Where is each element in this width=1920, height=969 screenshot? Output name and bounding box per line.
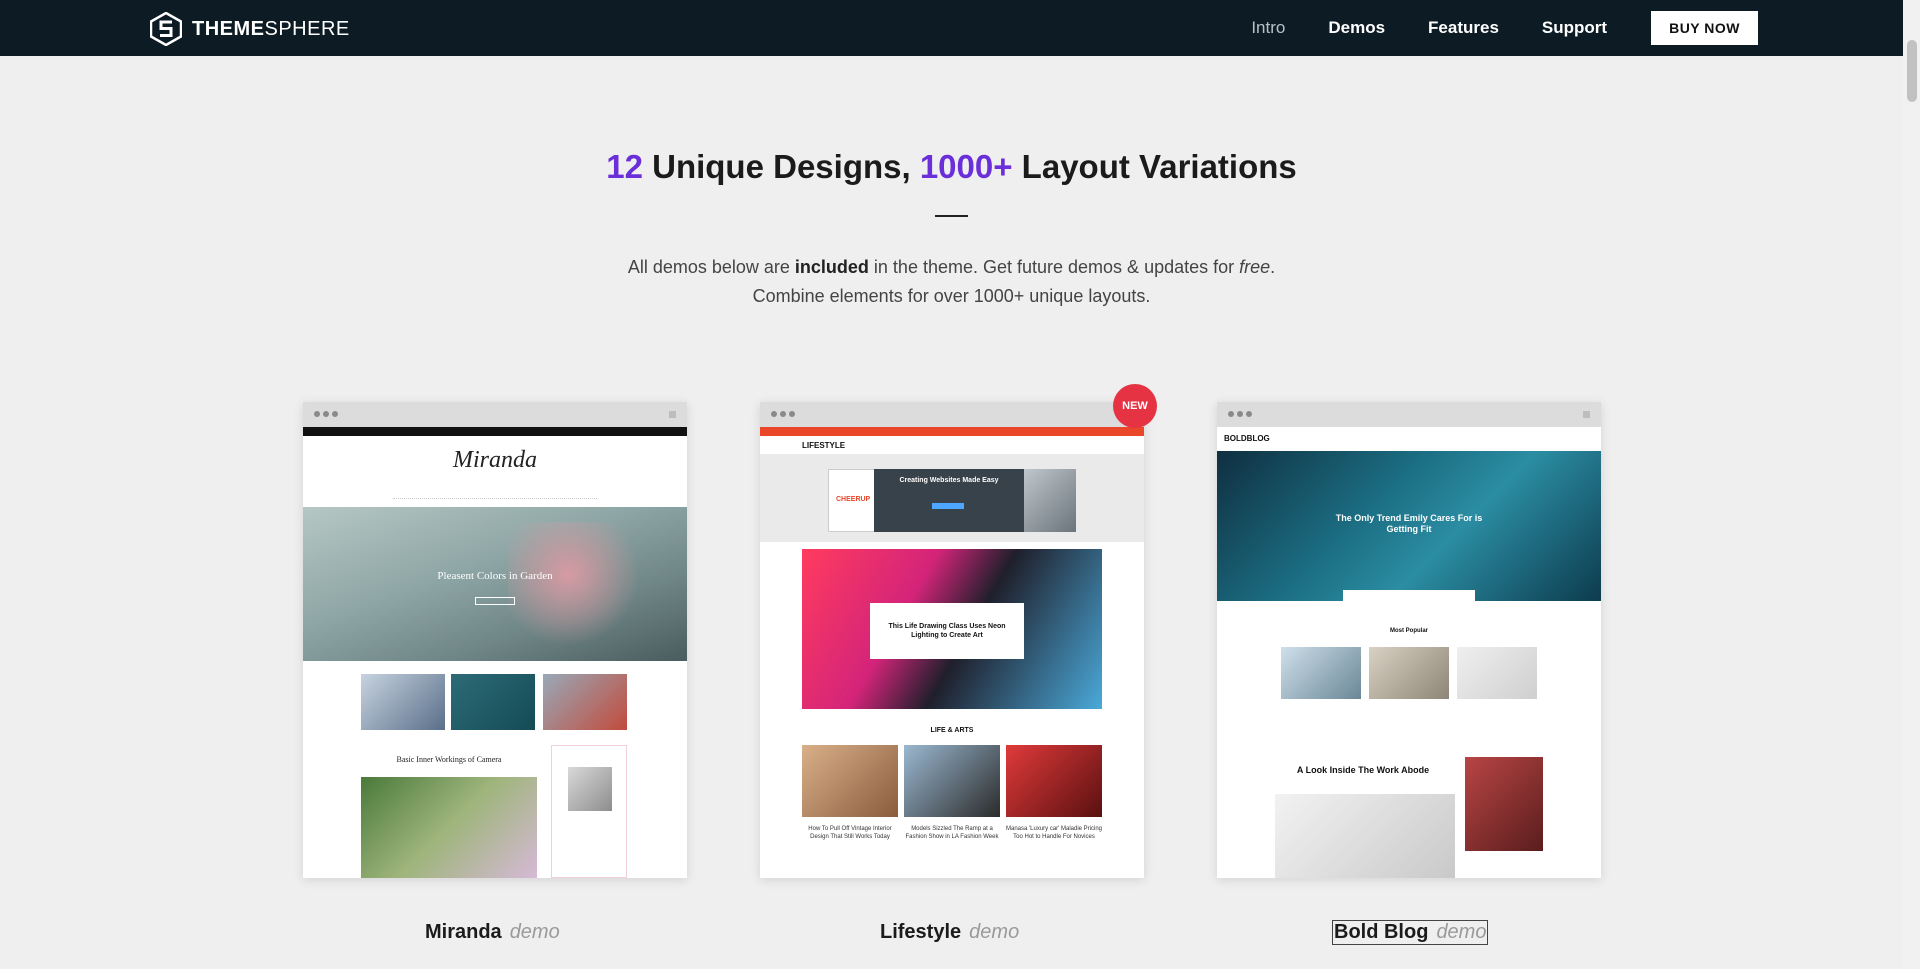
demo-preview: Miranda Pleasent Colors in Garden Basic … — [303, 427, 687, 878]
preview-hero-title: The Only Trend Emily Cares For is Gettin… — [1335, 513, 1483, 534]
preview-post-1: How To Pull Off Vintage Interior Design … — [808, 826, 892, 840]
preview-post-2: Models Sizzled The Ramp at a Fashion Sho… — [905, 826, 999, 840]
nav-features[interactable]: Features — [1428, 18, 1499, 38]
section-heading: 12 Unique Designs, 1000+ Layout Variatio… — [606, 148, 1297, 185]
browser-chrome — [303, 402, 687, 427]
demo-label-lifestyle[interactable]: Lifestyle demo — [880, 921, 1019, 944]
brand-logo[interactable]: THEMESPHERE — [150, 12, 350, 46]
preview-logo: BOLDBLOG — [1224, 434, 1270, 443]
demo-card-boldblog[interactable]: BOLDBLOG The Only Trend Emily Cares For … — [1217, 402, 1601, 878]
preview-hero-title: Pleasent Colors in Garden — [437, 570, 553, 582]
section-description: All demos below are included in the them… — [627, 257, 1276, 306]
preview-ad-brand: CHEERUP — [836, 496, 871, 503]
nav-support[interactable]: Support — [1542, 18, 1607, 38]
new-badge: NEW — [1113, 384, 1157, 428]
scrollbar-thumb[interactable] — [1907, 40, 1917, 102]
preview-logo: Miranda — [453, 447, 537, 473]
preview-post-3: Manasa 'Luxury car' Maladie Pricing Too … — [1006, 826, 1102, 840]
demo-preview: LIFESTYLE CHEERUP Creating Websites Made… — [760, 427, 1144, 878]
browser-chrome — [760, 402, 1144, 427]
browser-chrome — [1217, 402, 1601, 427]
preview-post-title: Basic Inner Workings of Camera — [396, 755, 502, 764]
page-scrollbar[interactable] — [1903, 0, 1920, 969]
preview-feature-title: A Look Inside The Work Abode — [1296, 765, 1430, 775]
demo-card-lifestyle[interactable]: LIFESTYLE CHEERUP Creating Websites Made… — [760, 402, 1144, 878]
demo-label-boldblog[interactable]: Bold Blog demo — [1331, 920, 1489, 945]
preview-section-title: LIFE & ARTS — [930, 727, 974, 734]
preview-section-title: Most Popular — [1389, 628, 1428, 634]
top-navbar: THEMESPHERE Intro Demos Features Support… — [0, 0, 1920, 56]
buy-now-button[interactable]: BUY NOW — [1651, 11, 1758, 45]
demo-preview: BOLDBLOG The Only Trend Emily Cares For … — [1217, 427, 1601, 878]
preview-feature-title: This Life Drawing Class Uses Neon Lighti… — [888, 623, 1006, 639]
preview-logo: LIFESTYLE — [802, 441, 846, 450]
heading-divider — [935, 215, 968, 217]
preview-ad-title: Creating Websites Made Easy — [899, 477, 999, 484]
themesphere-logo-icon — [150, 12, 182, 46]
demo-card-miranda[interactable]: Miranda Pleasent Colors in Garden Basic … — [303, 402, 687, 878]
brand-name: THEMESPHERE — [192, 17, 350, 40]
main-nav: Intro Demos Features Support BUY NOW — [1208, 0, 1758, 56]
nav-intro[interactable]: Intro — [1251, 18, 1285, 38]
demo-label-miranda[interactable]: Miranda demo — [425, 921, 560, 944]
nav-demos[interactable]: Demos — [1328, 18, 1385, 38]
